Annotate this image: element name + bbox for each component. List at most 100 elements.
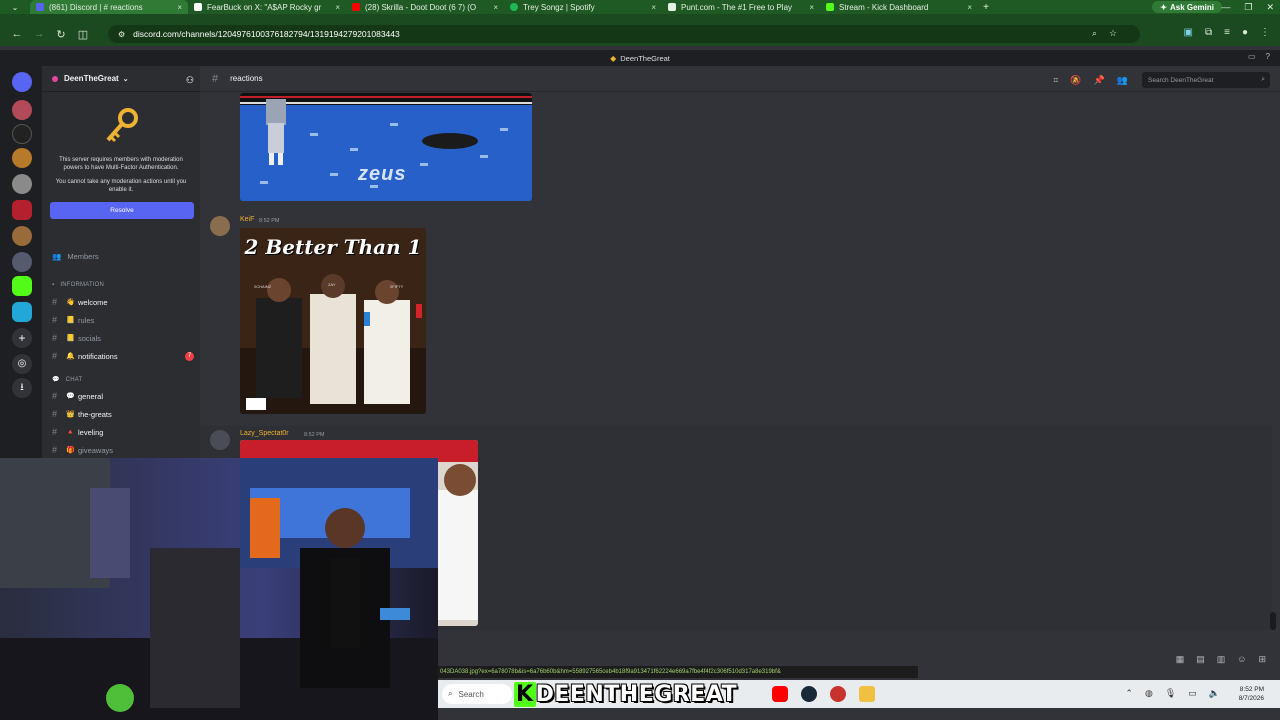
- avatar[interactable]: [210, 216, 230, 236]
- address-bar[interactable]: ⚙ discord.com/channels/12049761003761827…: [108, 25, 1140, 43]
- inbox-icon[interactable]: ▭: [1248, 52, 1256, 61]
- emoji-icon[interactable]: ☺: [1237, 654, 1246, 665]
- channel-general[interactable]: # 💬 general: [52, 389, 194, 403]
- display-icon[interactable]: ▭: [1188, 688, 1197, 699]
- category-information[interactable]: ▪ INFORMATION: [52, 282, 104, 288]
- download-icon[interactable]: ⭳: [12, 378, 32, 398]
- channel-giveaways[interactable]: # 🎁 giveaways: [52, 443, 194, 457]
- tab-youtube[interactable]: (28) Skrilla - Doot Doot (6 7) (O ×: [346, 0, 504, 14]
- media-icon[interactable]: ≡: [1224, 27, 1230, 38]
- server-icon[interactable]: [12, 252, 32, 272]
- file-explorer-icon[interactable]: [859, 686, 875, 702]
- tab-spotify[interactable]: Trey Songz | Spotify ×: [504, 0, 662, 14]
- forward-arrow-icon[interactable]: →: [28, 28, 50, 40]
- taskbar-clock[interactable]: 8:52 PM 8/7/2026: [1239, 685, 1264, 703]
- maximize-icon[interactable]: ❐: [1244, 2, 1252, 13]
- tab-close-icon[interactable]: ×: [967, 3, 972, 12]
- volume-icon[interactable]: 🔈: [1209, 688, 1220, 699]
- tab-discord[interactable]: (861) Discord | # reactions ×: [30, 0, 188, 14]
- hash-icon: #: [212, 72, 219, 85]
- category-chat[interactable]: 💬 CHAT: [52, 376, 82, 384]
- menu-kebab-icon[interactable]: ⋮: [1260, 27, 1270, 38]
- server-icon: ◆: [610, 53, 617, 63]
- back-arrow-icon[interactable]: ←: [6, 28, 28, 40]
- channel-rules[interactable]: # 📒 rules: [52, 313, 194, 327]
- steam-app-icon[interactable]: [801, 686, 817, 702]
- attachment-image-ring[interactable]: zeus: [240, 93, 532, 201]
- channel-name: notifications: [78, 351, 118, 361]
- channel-leveling[interactable]: # 🔺 leveling: [52, 425, 194, 439]
- site-info-icon[interactable]: ⚙: [118, 30, 125, 39]
- apps-icon[interactable]: ⊞: [1258, 654, 1266, 665]
- extension-badge-icon[interactable]: ▣: [1184, 27, 1193, 38]
- direct-messages-icon[interactable]: [12, 72, 32, 92]
- network-icon[interactable]: ◍: [1145, 688, 1153, 699]
- channel-header: # reactions ⌗ 🔕 📌 👥 Search DeenTheGreat …: [200, 66, 1280, 92]
- ask-gemini-button[interactable]: ✦ Ask Gemini: [1152, 1, 1222, 13]
- chevron-up-icon[interactable]: ⌃: [1125, 688, 1133, 699]
- tab-punt[interactable]: Punt.com - The #1 Free to Play ×: [662, 0, 820, 14]
- server-icon[interactable]: [12, 148, 32, 168]
- message-author[interactable]: KeiF: [240, 216, 254, 223]
- minimize-icon[interactable]: —: [1221, 2, 1230, 12]
- message-timestamp: 8:52 PM: [259, 218, 280, 224]
- channel-the-greats[interactable]: # 👑 the-greats: [52, 407, 194, 421]
- mfa-notice-text-2: You cannot take any moderation actions u…: [55, 179, 187, 193]
- attachment-image-album[interactable]: 2 Better Than 1 2CHAINZ ZAY 2FIFTY: [240, 228, 426, 414]
- tab-kick[interactable]: Stream - Kick Dashboard ×: [820, 0, 978, 14]
- obs-app-icon[interactable]: [830, 686, 846, 702]
- sticker-icon[interactable]: ▥: [1217, 654, 1226, 665]
- channel-socials[interactable]: # 📒 socials: [52, 331, 194, 345]
- avatar[interactable]: [210, 430, 230, 450]
- tab-title: Punt.com - The #1 Free to Play: [681, 2, 793, 12]
- server-icon[interactable]: [12, 276, 32, 296]
- taskbar-search[interactable]: ⌕ Search: [442, 684, 512, 704]
- profile-icon[interactable]: ●: [1242, 27, 1248, 38]
- tab-title: (28) Skrilla - Doot Doot (6 7) (O: [365, 2, 477, 12]
- tab-search-icon[interactable]: ⌄: [0, 0, 30, 14]
- channel-welcome[interactable]: # 👋 welcome: [52, 295, 194, 309]
- youtube-app-icon[interactable]: [772, 686, 788, 702]
- invite-user-icon[interactable]: ⚇: [186, 75, 194, 86]
- tab-close-icon[interactable]: ×: [177, 3, 182, 12]
- extensions-puzzle-icon[interactable]: ⧉: [1205, 27, 1212, 38]
- channel-notifications[interactable]: # 🔔 notifications 7: [52, 349, 194, 363]
- pin-icon[interactable]: 📌: [1094, 75, 1105, 86]
- tab-x[interactable]: FearBuck on X: "A$AP Rocky gr ×: [188, 0, 346, 14]
- gift-icon[interactable]: ▦: [1176, 654, 1185, 665]
- header-icons: ⌗ 🔕 📌 👥: [1053, 75, 1128, 86]
- help-icon[interactable]: ?: [1266, 52, 1270, 61]
- server-icon[interactable]: [12, 100, 32, 120]
- tab-close-icon[interactable]: ×: [809, 3, 814, 12]
- sidebar-toggle-icon[interactable]: ◫: [72, 28, 94, 41]
- add-server-icon[interactable]: +: [12, 328, 32, 348]
- microphone-icon[interactable]: 🎙: [1165, 688, 1176, 699]
- spotify-favicon-icon: [510, 3, 518, 11]
- tab-close-icon[interactable]: ×: [493, 3, 498, 12]
- server-icon[interactable]: [12, 124, 32, 144]
- reload-icon[interactable]: ↻: [50, 28, 72, 41]
- gif-icon[interactable]: ▤: [1196, 654, 1205, 665]
- search-input[interactable]: Search DeenTheGreat ⌕: [1142, 72, 1270, 88]
- server-header[interactable]: DeenTheGreat ⌄ ⚇: [42, 66, 200, 92]
- tab-close-icon[interactable]: ×: [651, 3, 656, 12]
- server-icon[interactable]: [12, 226, 32, 246]
- members-link[interactable]: 👥 Members: [52, 252, 99, 261]
- server-icon[interactable]: [12, 200, 32, 220]
- discover-icon[interactable]: ◎: [12, 354, 32, 374]
- chat-toolbar-icons: ▦ ▤ ▥ ☺ ⊞: [1176, 654, 1266, 665]
- server-icon[interactable]: [12, 174, 32, 194]
- new-tab-button[interactable]: +: [978, 2, 994, 13]
- windows-taskbar: ⌕ Search KDEENTHEGREAT ⌃ ◍ 🎙 ▭ 🔈 8:52 PM…: [438, 680, 1280, 708]
- notification-bell-icon[interactable]: 🔕: [1070, 75, 1081, 86]
- scrollbar-thumb[interactable]: [1270, 612, 1276, 630]
- tab-close-icon[interactable]: ×: [335, 3, 340, 12]
- member-list-icon[interactable]: 👥: [1117, 75, 1128, 86]
- message-author[interactable]: Lazy_Spectat0r: [240, 430, 289, 437]
- server-icon[interactable]: [12, 302, 32, 322]
- threads-icon[interactable]: ⌗: [1053, 75, 1058, 86]
- zoom-icon[interactable]: ⌕: [1092, 28, 1097, 39]
- close-window-icon[interactable]: ✕: [1266, 2, 1274, 13]
- bookmark-star-icon[interactable]: ☆: [1109, 28, 1117, 39]
- resolve-button[interactable]: Resolve: [50, 202, 194, 219]
